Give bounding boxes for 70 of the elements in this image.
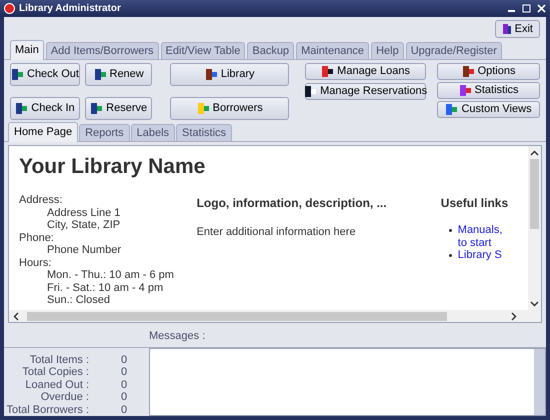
stat-label: Total Items :	[28, 354, 89, 366]
tab[interactable]: Reports	[79, 124, 130, 141]
tab[interactable]: Statistics	[176, 124, 232, 141]
bullet-icon	[448, 229, 452, 232]
action-button[interactable]: Manage Loans	[305, 63, 426, 80]
action-button[interactable]: Library	[170, 63, 290, 86]
button-icon	[445, 103, 458, 116]
stat-value: 0	[121, 366, 128, 378]
button-icon	[204, 68, 218, 81]
stat-value: 0	[121, 391, 128, 404]
contact-line: Mon. - Thu.: 10 am - 6 pm	[46, 269, 175, 282]
contact-line: Address Line 1	[46, 206, 122, 219]
tab[interactable]: Labels	[130, 124, 176, 141]
stat-label: Total Borrowers :	[5, 404, 89, 416]
info-text: Enter additional information here	[196, 225, 357, 240]
stat-label: Total Copies :	[21, 366, 89, 378]
button-icon	[90, 102, 104, 115]
action-button[interactable]: Statistics	[437, 82, 540, 99]
button-icon	[321, 65, 334, 78]
tab[interactable]: Maintenance	[296, 42, 370, 59]
tab[interactable]: Add Items/Borrowers	[46, 42, 159, 59]
messages-scrollbar[interactable]	[534, 348, 545, 415]
contact-label: Address:	[19, 194, 64, 206]
close-icon[interactable]	[537, 4, 546, 13]
button-icon	[462, 65, 475, 78]
tab[interactable]: Upgrade/Register	[406, 42, 502, 59]
contact-line: City, State, ZIP	[46, 219, 122, 232]
action-button[interactable]: Renew	[84, 63, 152, 86]
action-button[interactable]: Options	[437, 63, 540, 80]
stat-value: 0	[121, 354, 128, 366]
button-icon	[11, 68, 24, 81]
contact-line: Phone Number	[46, 244, 122, 256]
button-icon	[304, 85, 318, 98]
stat-label: Loaned Out :	[24, 378, 89, 391]
tab[interactable]: Edit/View Table	[160, 42, 246, 59]
contact-label: Hours:	[19, 256, 52, 269]
action-button[interactable]: Manage Reservations	[305, 83, 426, 100]
action-button[interactable]: Custom Views	[437, 101, 540, 118]
tab[interactable]: Home Page	[8, 122, 78, 142]
library-name-heading: Your Library Name	[19, 154, 206, 180]
bullet-icon	[448, 254, 452, 257]
action-button[interactable]: Check In	[10, 97, 80, 120]
button-icon	[458, 84, 472, 97]
tab[interactable]: Help	[371, 42, 404, 59]
links-heading: Useful links	[440, 195, 510, 212]
exit-button[interactable]: Exit	[494, 20, 540, 38]
stat-label: Overdue :	[40, 391, 89, 404]
horizontal-scrollbar[interactable]	[9, 310, 541, 322]
vertical-scrollbar[interactable]	[528, 146, 541, 310]
stat-value: 0	[121, 378, 128, 391]
contact-line: Fri. - Sat.: 10 am - 4 pm	[46, 282, 164, 294]
link[interactable]: Manuals, to start	[458, 224, 512, 249]
maximize-icon[interactable]	[522, 4, 531, 13]
button-icon	[15, 102, 28, 115]
app-icon	[4, 3, 15, 14]
button-icon	[196, 102, 210, 115]
link[interactable]: Library S	[458, 249, 512, 262]
info-heading: Logo, information, description, ...	[196, 195, 388, 212]
stat-value: 0	[121, 404, 128, 416]
contact-line: Sun.: Closed	[46, 294, 111, 306]
action-button[interactable]: Borrowers	[170, 97, 290, 120]
action-button[interactable]: Check Out	[10, 63, 80, 86]
button-icon	[94, 68, 106, 81]
tab[interactable]: Backup	[247, 42, 294, 59]
window-title: Library Administrator	[19, 2, 121, 16]
contact-label: Phone:	[19, 232, 55, 244]
door-icon	[502, 23, 512, 35]
action-button[interactable]: Reserve	[84, 97, 152, 120]
tab[interactable]: Main	[10, 40, 44, 60]
messages-label: Messages :	[149, 329, 206, 344]
